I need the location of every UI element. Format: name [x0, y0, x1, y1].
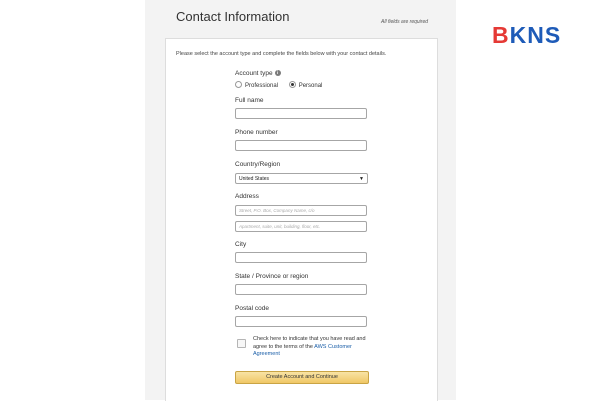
country-region-label: Country/Region: [235, 161, 281, 168]
country-region-value: United States: [239, 176, 270, 182]
address-line2-input[interactable]: Apartment, suite, unit, building, floor,…: [235, 221, 367, 232]
postal-code-input[interactable]: [235, 316, 367, 327]
country-region-select[interactable]: United States ▼: [235, 173, 368, 184]
state-input[interactable]: [235, 284, 367, 295]
account-type-label: Account type i: [235, 70, 281, 77]
contact-form: Please select the account type and compl…: [165, 38, 438, 401]
phone-number-input[interactable]: [235, 140, 367, 151]
contact-information-panel: Contact Information All fields are requi…: [145, 0, 456, 401]
state-label: State / Province or region: [235, 273, 309, 280]
account-type-radio-group: Professional Personal: [235, 81, 331, 91]
phone-number-label: Phone number: [235, 129, 278, 136]
radio-professional-circle[interactable]: [235, 81, 242, 88]
radio-personal[interactable]: Personal: [288, 81, 322, 89]
full-name-label: Full name: [235, 97, 264, 104]
info-icon[interactable]: i: [274, 70, 281, 76]
dropdown-arrow-icon[interactable]: ▼: [359, 174, 364, 184]
page-title: Contact Information: [176, 9, 290, 24]
city-input[interactable]: [235, 252, 367, 263]
address-label: Address: [235, 193, 259, 200]
city-label: City: [235, 241, 247, 248]
agreement-text: Check here to indicate that you have rea…: [253, 336, 366, 357]
form-intro: Please select the account type and compl…: [176, 51, 387, 57]
address-line1-input[interactable]: Street, P.O. Box, Company Name, c/o: [235, 205, 367, 216]
panel-header: Contact Information All fields are requi…: [145, 0, 456, 38]
required-note: All fields are required: [381, 19, 428, 25]
agreement-checkbox[interactable]: [237, 339, 246, 348]
bkns-logo: BKNS: [492, 22, 562, 48]
postal-code-label: Postal code: [235, 305, 269, 312]
full-name-input[interactable]: [235, 108, 367, 119]
radio-professional[interactable]: Professional: [235, 81, 278, 89]
create-account-button[interactable]: Create Account and Continue: [235, 371, 369, 384]
radio-personal-circle[interactable]: [288, 81, 296, 88]
